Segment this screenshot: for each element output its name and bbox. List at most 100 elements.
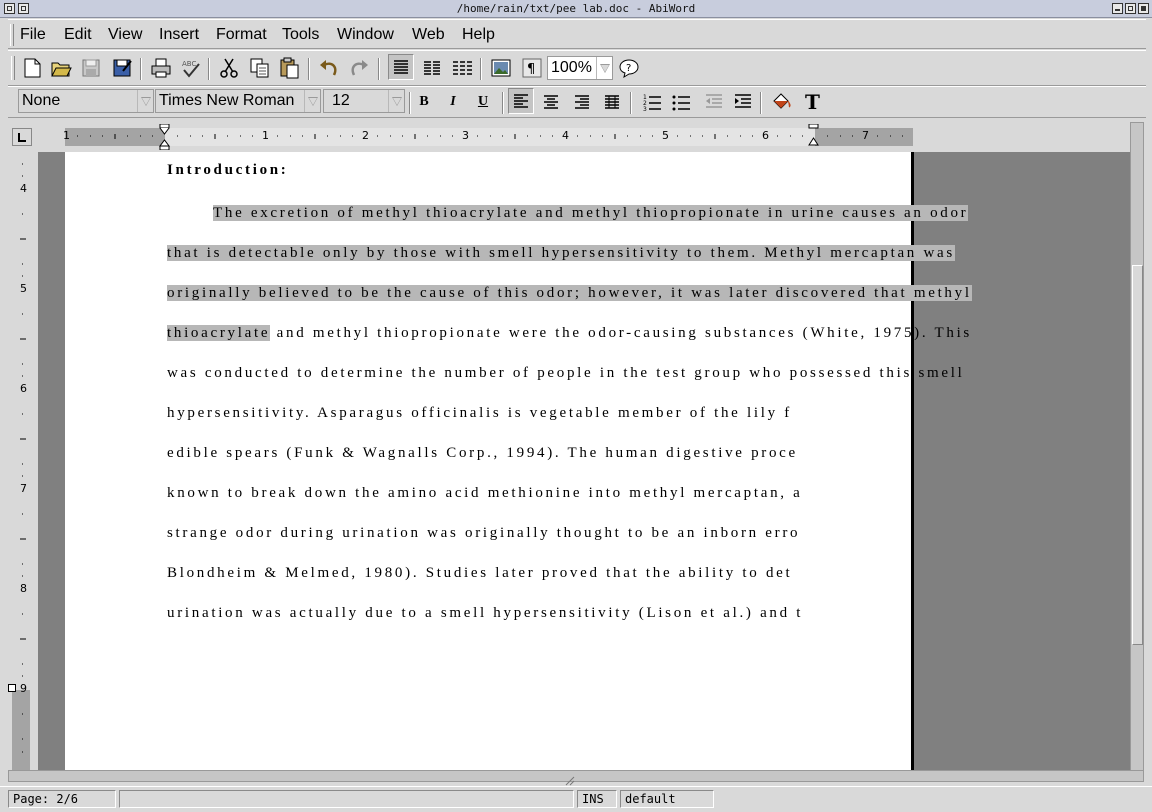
menu-view[interactable]: View	[108, 26, 142, 44]
zoom-select[interactable]: 100%	[547, 56, 613, 80]
document-canvas[interactable]: Introduction: The excretion of methyl th…	[38, 152, 1130, 770]
style-select[interactable]: None	[18, 89, 154, 113]
font-select[interactable]: Times New Roman	[155, 89, 321, 113]
scrollbar-thumb[interactable]	[1132, 265, 1143, 645]
text-line[interactable]: The excretion of methyl thioacrylate and…	[213, 205, 969, 222]
align-center-icon[interactable]	[538, 89, 564, 115]
ruler-number: 7	[20, 482, 27, 495]
align-right-icon[interactable]	[569, 89, 595, 115]
vertical-ruler[interactable]: 4 5 6 7 8 9	[8, 152, 32, 770]
standard-toolbar: ABC ¶ 100% ?	[8, 50, 1146, 86]
single-column-icon[interactable]	[388, 54, 414, 80]
ruler-number: 6	[20, 382, 27, 395]
horizontal-scrollbar[interactable]	[8, 770, 1144, 786]
numbered-list-icon[interactable]: 123	[640, 89, 666, 115]
text-line[interactable]: originally believed to be the cause of t…	[167, 285, 972, 302]
ruler-number: 5	[662, 129, 669, 142]
two-columns-icon[interactable]	[419, 55, 445, 81]
selected-text[interactable]: originally believed to be the cause of t…	[167, 285, 972, 301]
style-value: None	[22, 92, 61, 109]
align-justify-icon[interactable]	[599, 89, 625, 115]
spell-check-icon[interactable]: ABC	[178, 55, 204, 81]
insert-mode-indicator[interactable]: INS	[577, 790, 617, 808]
open-folder-icon[interactable]	[48, 55, 74, 81]
copy-icon[interactable]	[247, 55, 273, 81]
page-indicator: Page: 2/6	[8, 790, 116, 808]
menu-web[interactable]: Web	[412, 26, 445, 44]
bold-button[interactable]: B	[411, 89, 437, 115]
close-button[interactable]	[1138, 3, 1149, 14]
three-columns-icon[interactable]	[449, 55, 475, 81]
text-line[interactable]: known to break down the amino acid methi…	[167, 485, 803, 502]
ruler-number: 4	[20, 182, 27, 195]
save-icon[interactable]	[78, 55, 104, 81]
menu-format[interactable]: Format	[216, 26, 267, 44]
menu-tools[interactable]: Tools	[282, 26, 319, 44]
menu-bar: File Edit View Insert Format Tools Windo…	[8, 19, 1146, 49]
menu-window[interactable]: Window	[337, 26, 394, 44]
zoom-value: 100%	[551, 59, 592, 76]
right-indent-marker[interactable]	[808, 123, 820, 150]
menu-help[interactable]: Help	[462, 26, 495, 44]
increase-indent-icon[interactable]	[730, 89, 756, 115]
text-color-icon[interactable]: T	[800, 89, 826, 115]
paste-icon[interactable]	[276, 55, 302, 81]
text-line[interactable]: was conducted to determine the number of…	[167, 365, 964, 382]
bottom-margin-marker[interactable]	[8, 684, 16, 692]
chevron-down-icon[interactable]	[137, 90, 153, 112]
text-line[interactable]: that is detectable only by those with sm…	[167, 245, 955, 262]
maximize-button[interactable]	[1125, 3, 1136, 14]
text-line[interactable]: Blondheim & Melmed, 1980). Studies later…	[167, 565, 792, 582]
minimize-button[interactable]	[1112, 3, 1123, 14]
ruler-number: 7	[862, 129, 869, 142]
insert-image-icon[interactable]	[488, 55, 514, 81]
ruler-number: 1	[262, 129, 269, 142]
align-left-icon[interactable]	[508, 88, 534, 114]
font-size-select[interactable]: 12	[323, 89, 405, 113]
title-bar: /home/rain/txt/pee lab.doc - AbiWord	[0, 0, 1152, 18]
show-formatting-icon[interactable]: ¶	[519, 55, 545, 81]
chevron-down-icon[interactable]	[388, 90, 404, 112]
horizontal-ruler[interactable]: 1 1 2 3 4 5 6 7	[63, 123, 913, 151]
save-as-icon[interactable]	[109, 55, 135, 81]
paint-bucket-icon[interactable]	[768, 89, 794, 115]
chevron-down-icon[interactable]	[596, 57, 612, 79]
selected-text[interactable]: The excretion of methyl thioacrylate and…	[213, 205, 969, 221]
text-line[interactable]: urination was actually due to a smell hy…	[167, 605, 803, 622]
tab-stop-toggle[interactable]	[12, 128, 32, 146]
ruler-number: 9	[20, 682, 27, 695]
redo-icon[interactable]	[346, 55, 372, 81]
menu-file[interactable]: File	[20, 26, 46, 44]
menu-grip[interactable]	[10, 24, 14, 46]
selected-text[interactable]: thioacrylate	[167, 325, 271, 341]
underline-button[interactable]: U	[470, 89, 496, 115]
resize-grip-icon[interactable]	[565, 771, 575, 786]
italic-button[interactable]: I	[440, 89, 466, 115]
ruler-number: 8	[20, 582, 27, 595]
chevron-down-icon[interactable]	[304, 90, 320, 112]
menu-edit[interactable]: Edit	[64, 26, 92, 44]
vertical-scrollbar[interactable]	[1130, 122, 1144, 772]
text-line[interactable]: thioacrylate and methyl thiopropionate w…	[167, 325, 972, 342]
print-icon[interactable]	[148, 55, 174, 81]
undo-icon[interactable]	[316, 55, 342, 81]
svg-text:ABC: ABC	[182, 60, 196, 68]
text-line[interactable]: strange odor during urination was origin…	[167, 525, 800, 542]
menu-insert[interactable]: Insert	[159, 26, 199, 44]
cut-icon[interactable]	[216, 55, 242, 81]
ruler-number: 6	[762, 129, 769, 142]
text-run[interactable]: and methyl thiopropionate were the odor-…	[270, 325, 972, 341]
ruler-number: 3	[462, 129, 469, 142]
page[interactable]: Introduction: The excretion of methyl th…	[65, 152, 972, 770]
help-bubble-icon[interactable]: ?	[616, 55, 642, 81]
new-document-icon[interactable]	[19, 55, 45, 81]
bullet-list-icon[interactable]	[669, 89, 695, 115]
text-line[interactable]: edible spears (Funk & Wagnalls Corp., 19…	[167, 445, 798, 462]
toolbar-grip[interactable]	[11, 56, 15, 80]
left-indent-marker[interactable]	[159, 123, 171, 154]
text-line[interactable]: hypersensitivity. Asparagus officinalis …	[167, 405, 792, 422]
format-toolbar: None Times New Roman 12 B I U 123 T	[8, 86, 1146, 118]
selected-text[interactable]: that is detectable only by those with sm…	[167, 245, 955, 261]
decrease-indent-icon[interactable]	[701, 89, 727, 115]
svg-text:¶: ¶	[527, 62, 535, 77]
